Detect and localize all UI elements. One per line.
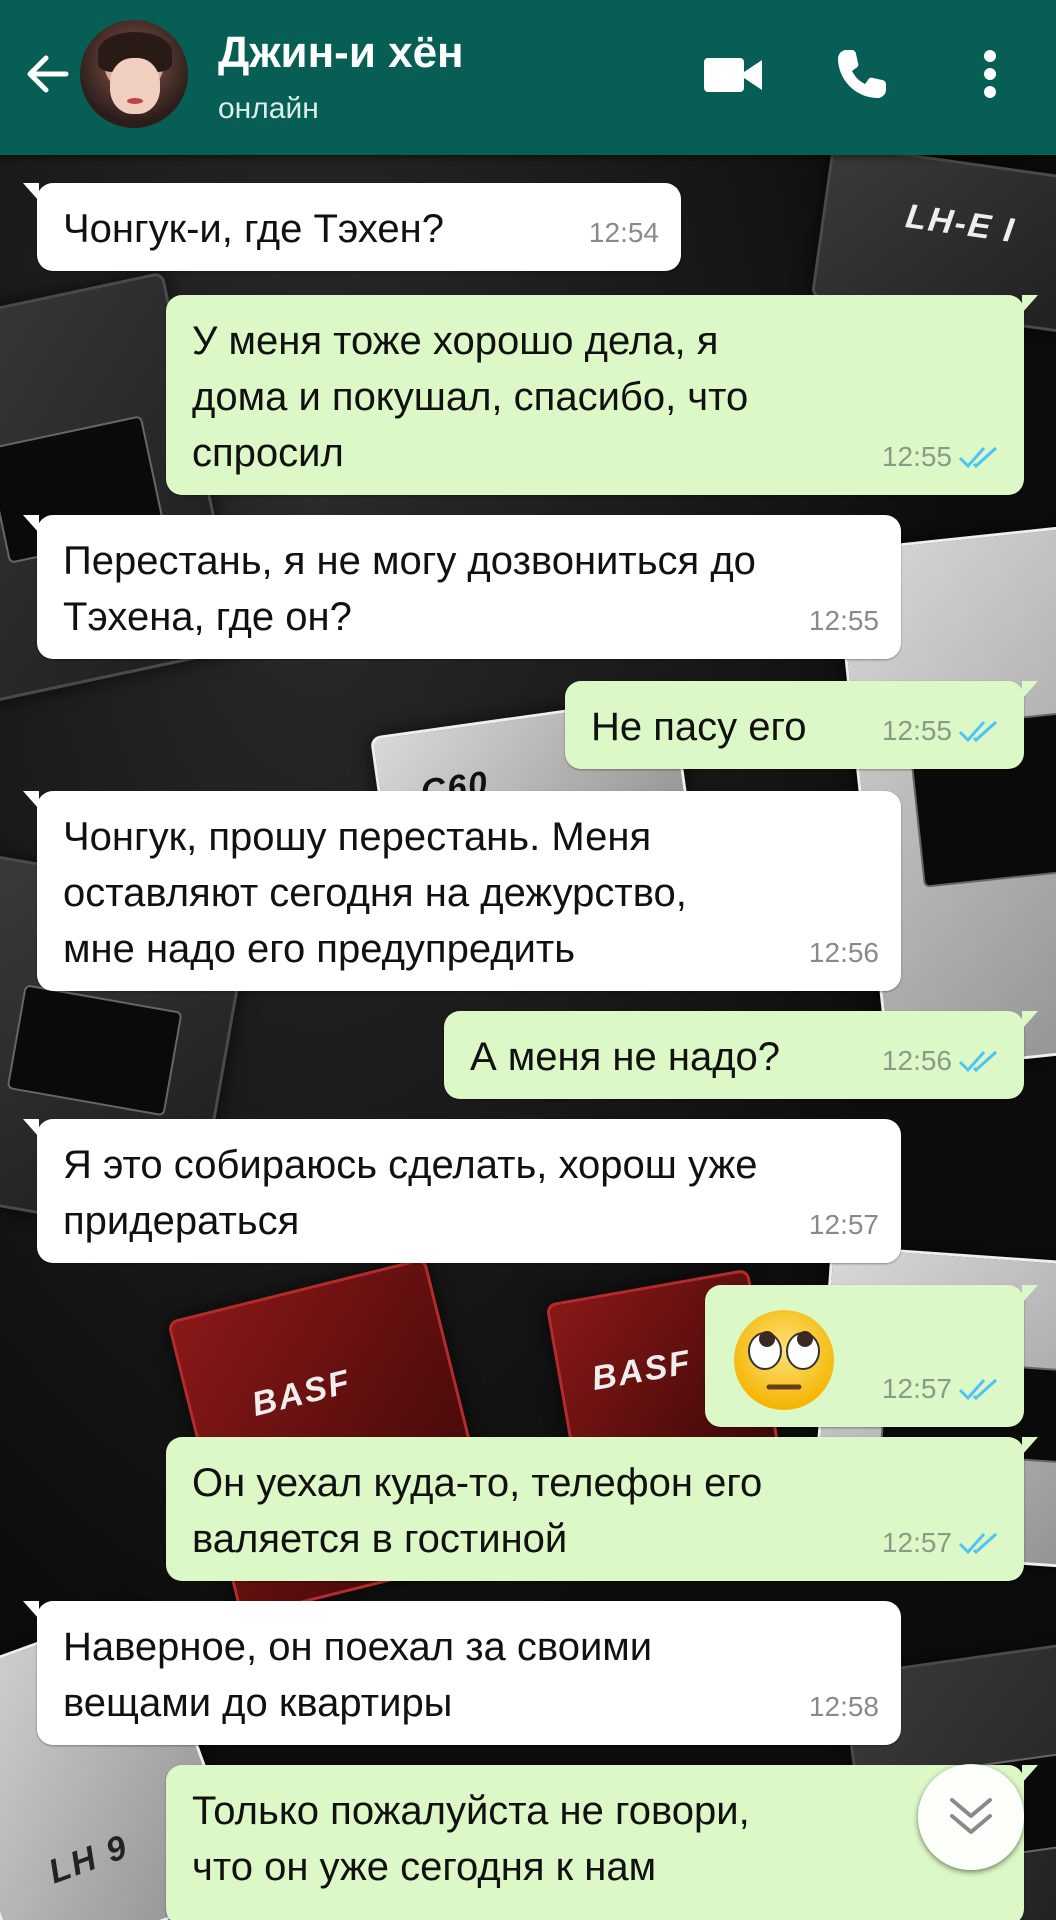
message-meta: 12:56: [809, 925, 879, 981]
message-meta: 12:57: [882, 1361, 1002, 1417]
message-time: 12:57: [881, 1373, 952, 1404]
message-text: Я это собираюсь сделать, хорош уже приде…: [63, 1143, 758, 1243]
message-incoming[interactable]: Перестань, я не могу дозвониться до Тэхе…: [23, 515, 901, 659]
message-text: Только пожалуйста не говори, что он уже …: [192, 1789, 750, 1889]
message-time: 12:57: [881, 1527, 952, 1558]
contact-name[interactable]: Джин-и хён: [218, 28, 464, 78]
message-text: Наверное, он поехал за своими вещами до …: [63, 1625, 653, 1725]
message-meta: 12:55: [882, 703, 1002, 759]
back-arrow-icon[interactable]: [18, 44, 78, 104]
message-meta: 12:56: [882, 1033, 1002, 1089]
message-meta: 12:55: [882, 429, 1002, 485]
message-outgoing[interactable]: У меня тоже хорошо дела, я дома и покуша…: [166, 295, 1038, 495]
message-text: Чонгук-и, где Тэхен?: [63, 207, 444, 251]
phone-icon[interactable]: [832, 44, 892, 104]
face-with-rolling-eyes-icon: [734, 1310, 834, 1410]
double-check-icon: [958, 720, 998, 743]
double-check-icon: [958, 1050, 998, 1073]
message-meta: 12:54: [589, 205, 659, 261]
message-meta: 12:55: [809, 593, 879, 649]
message-list[interactable]: Чонгук-и, где Тэхен? 12:54 У меня тоже х…: [0, 155, 1056, 1920]
message-meta: 12:58: [809, 1679, 879, 1735]
message-outgoing[interactable]: А меня не надо? 12:56: [444, 1011, 1038, 1099]
double-check-icon: [958, 1378, 998, 1401]
message-incoming[interactable]: Чонгук, прошу перестань. Меня оставляют …: [23, 791, 901, 991]
message-incoming[interactable]: Наверное, он поехал за своими вещами до …: [23, 1601, 901, 1745]
message-meta: 12:57: [809, 1197, 879, 1253]
message-time: 12:55: [808, 605, 879, 636]
video-call-icon[interactable]: [702, 50, 764, 100]
message-time: 12:58: [808, 1691, 879, 1722]
message-meta: 12:57: [882, 1515, 1002, 1571]
message-incoming[interactable]: Чонгук-и, где Тэхен? 12:54: [23, 183, 681, 271]
message-outgoing[interactable]: Не пасу его 12:55: [565, 681, 1038, 769]
double-check-icon: [958, 446, 998, 469]
message-outgoing[interactable]: Только пожалуйста не говори, что он уже …: [166, 1765, 1038, 1920]
more-vert-icon[interactable]: [970, 44, 1010, 104]
message-incoming[interactable]: Я это собираюсь сделать, хорош уже приде…: [23, 1119, 901, 1263]
message-text: Он уехал куда-то, телефон его валяется в…: [192, 1461, 763, 1561]
chat-header: Джин-и хён онлайн: [0, 0, 1056, 155]
message-time: 12:56: [881, 1045, 952, 1076]
double-chevron-down-icon: [950, 1798, 992, 1834]
avatar[interactable]: [80, 20, 188, 128]
message-time: 12:54: [588, 217, 659, 248]
double-check-icon: [958, 1532, 998, 1555]
message-outgoing[interactable]: 12:57: [705, 1285, 1038, 1427]
scroll-to-bottom-button[interactable]: [918, 1764, 1024, 1870]
message-text: У меня тоже хорошо дела, я дома и покуша…: [192, 319, 749, 475]
message-time: 12:57: [808, 1209, 879, 1240]
message-text: Чонгук, прошу перестань. Меня оставляют …: [63, 815, 687, 971]
message-outgoing[interactable]: Он уехал куда-то, телефон его валяется в…: [166, 1437, 1038, 1581]
message-text: Перестань, я не могу дозвониться до Тэхе…: [63, 539, 756, 639]
message-time: 12:56: [808, 937, 879, 968]
contact-status: онлайн: [218, 92, 319, 125]
message-time: 12:55: [881, 441, 952, 472]
message-time: 12:55: [881, 715, 952, 746]
